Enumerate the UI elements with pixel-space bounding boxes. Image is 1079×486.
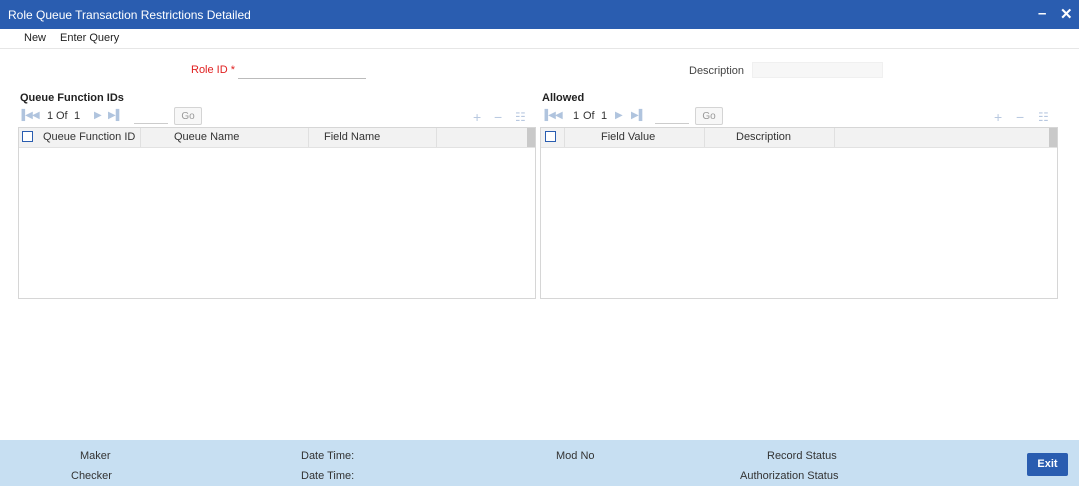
last-page-icon[interactable]: ▶▌ xyxy=(631,110,646,121)
prev-page-icon[interactable]: ◀ xyxy=(555,110,563,121)
header-cell: Field Name xyxy=(309,128,437,147)
menu-bar: New Enter Query xyxy=(0,29,1079,49)
checker-label: Checker xyxy=(71,470,112,482)
role-id-label: Role ID * xyxy=(191,64,236,76)
queue-function-ids-title: Queue Function IDs xyxy=(20,92,124,104)
left-pager: ▐◀ ◀ 1 Of 1 ▶ ▶▌ Go + − ☷ xyxy=(18,107,536,127)
left-go-button[interactable]: Go xyxy=(174,107,202,125)
mod-no-label: Mod No xyxy=(556,450,595,462)
right-page-number-input[interactable] xyxy=(655,109,689,124)
checker-date-time-label: Date Time: xyxy=(301,470,355,482)
column-header-queue-function-id[interactable]: Queue Function ID xyxy=(43,128,135,147)
grid-scrollbar[interactable] xyxy=(1049,128,1057,147)
right-pager: ▐◀ ◀ 1 Of 1 ▶ ▶▌ Go + − ☷ xyxy=(541,107,1059,127)
window-title: Role Queue Transaction Restrictions Deta… xyxy=(8,8,251,22)
add-row-icon[interactable]: + xyxy=(994,109,1002,125)
exit-button[interactable]: Exit xyxy=(1027,453,1068,476)
total-pages: 1 xyxy=(74,110,81,122)
column-header-description[interactable]: Description xyxy=(736,128,791,147)
column-header-queue-name[interactable]: Queue Name xyxy=(174,128,239,147)
minimize-icon[interactable]: – xyxy=(1038,5,1046,22)
total-pages: 1 xyxy=(601,110,608,122)
role-id-input[interactable] xyxy=(238,62,366,79)
authorization-status-label: Authorization Status xyxy=(740,470,839,482)
window-titlebar: Role Queue Transaction Restrictions Deta… xyxy=(0,0,1079,29)
queue-function-grid: Queue Function ID Queue Name Field Name xyxy=(18,127,536,299)
next-page-icon[interactable]: ▶ xyxy=(94,110,102,121)
left-page-number-input[interactable] xyxy=(134,109,168,124)
required-marker: * xyxy=(230,64,236,76)
allowed-title: Allowed xyxy=(542,92,585,104)
first-page-icon[interactable]: ▐◀ xyxy=(18,110,33,121)
description-label: Description xyxy=(689,65,745,77)
header-cell: Field Value xyxy=(565,128,705,147)
grid-header: Queue Function ID Queue Name Field Name xyxy=(19,128,535,148)
audit-footer: Maker Checker Date Time: Date Time: Mod … xyxy=(0,440,1079,486)
of-label: Of xyxy=(56,110,68,122)
header-cell: Queue Name xyxy=(141,128,309,147)
column-header-field-value[interactable]: Field Value xyxy=(601,128,655,147)
current-page: 1 xyxy=(573,110,580,122)
single-view-icon[interactable]: ☷ xyxy=(1038,110,1049,124)
right-go-button[interactable]: Go xyxy=(695,107,723,125)
description-input[interactable] xyxy=(752,62,883,78)
last-page-icon[interactable]: ▶▌ xyxy=(108,110,123,121)
next-page-icon[interactable]: ▶ xyxy=(615,110,623,121)
of-label: Of xyxy=(583,110,595,122)
maker-date-time-label: Date Time: xyxy=(301,450,355,462)
header-cell: Queue Function ID xyxy=(19,128,141,147)
add-row-icon[interactable]: + xyxy=(473,109,481,125)
single-view-icon[interactable]: ☷ xyxy=(515,110,526,124)
current-page: 1 xyxy=(47,110,54,122)
select-all-checkbox[interactable] xyxy=(545,131,556,142)
close-icon[interactable]: ✕ xyxy=(1060,5,1073,23)
prev-page-icon[interactable]: ◀ xyxy=(32,110,40,121)
record-status-label: Record Status xyxy=(767,450,837,462)
select-all-checkbox[interactable] xyxy=(22,131,33,142)
header-cell: Description xyxy=(705,128,835,147)
maker-label: Maker xyxy=(80,450,111,462)
grid-scrollbar[interactable] xyxy=(527,128,535,147)
first-page-icon[interactable]: ▐◀ xyxy=(541,110,556,121)
delete-row-icon[interactable]: − xyxy=(1016,109,1024,125)
grid-header: Field Value Description xyxy=(541,128,1057,148)
new-menu-item[interactable]: New xyxy=(24,32,46,44)
enter-query-menu-item[interactable]: Enter Query xyxy=(60,32,119,44)
allowed-grid: Field Value Description xyxy=(540,127,1058,299)
header-cell xyxy=(541,128,565,147)
column-header-field-name[interactable]: Field Name xyxy=(324,128,380,147)
delete-row-icon[interactable]: − xyxy=(494,109,502,125)
